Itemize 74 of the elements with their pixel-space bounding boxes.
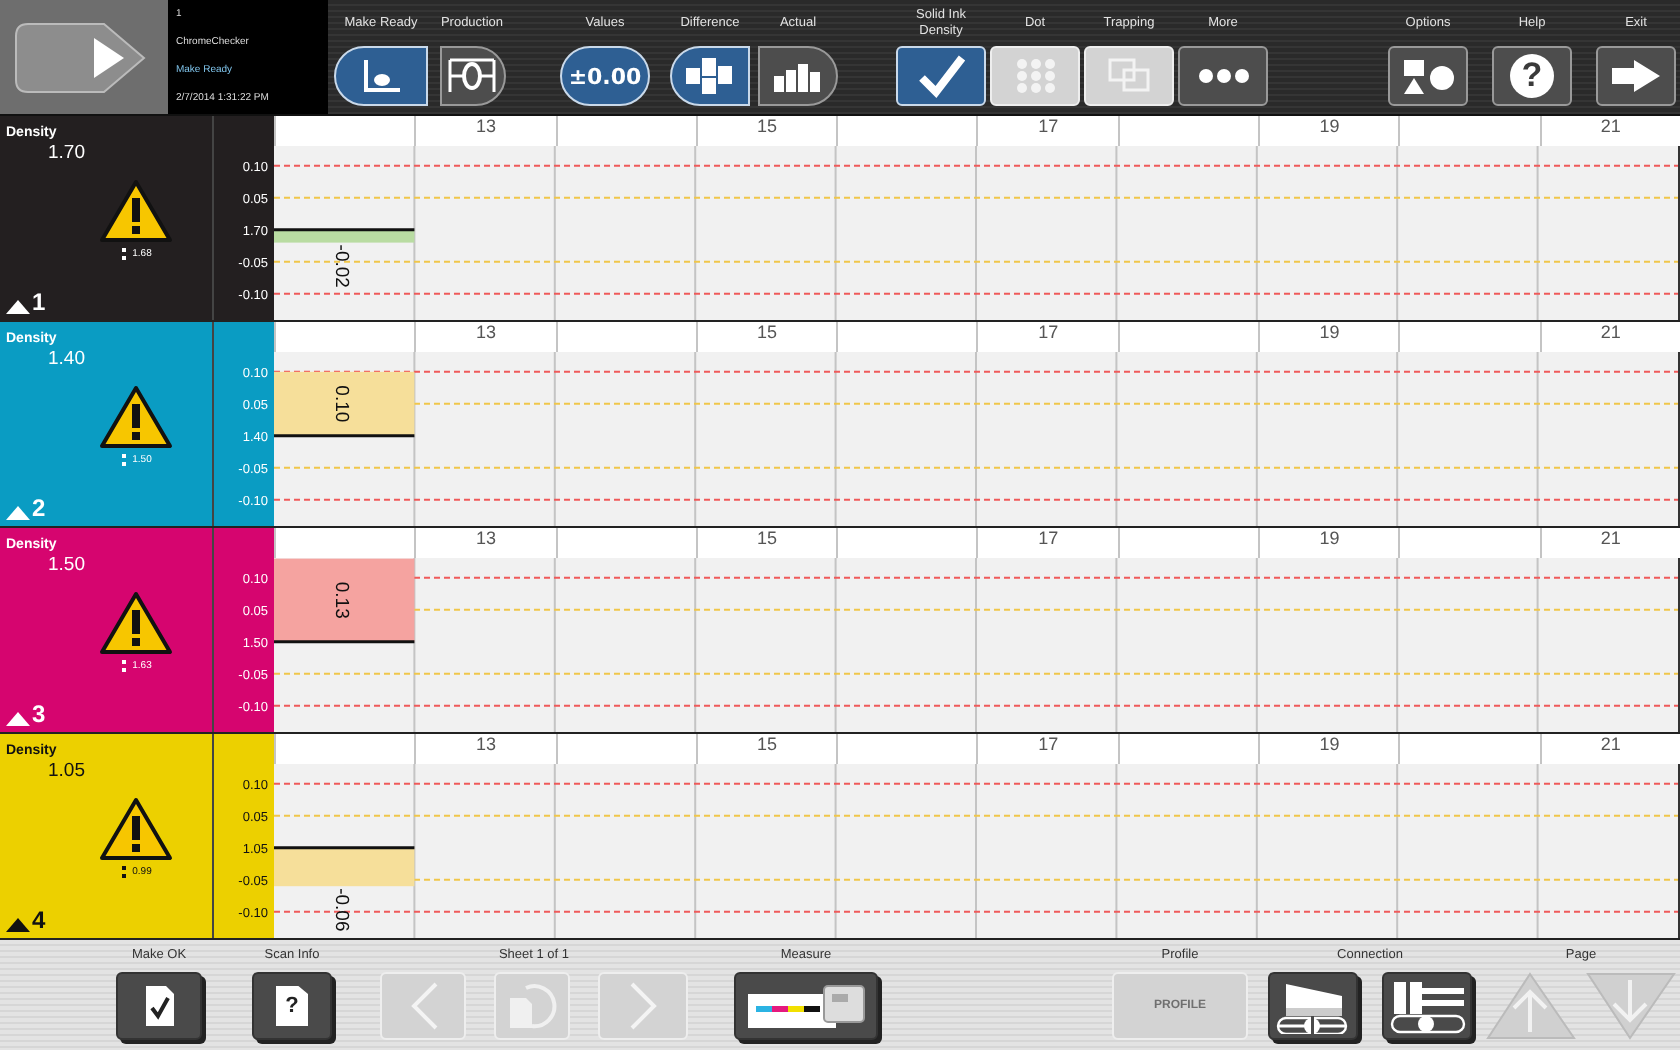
channel-number: 3: [32, 704, 46, 726]
channel-number: 1: [32, 292, 46, 314]
zone-number: 19: [1319, 528, 1340, 552]
document-question-icon: ?: [276, 986, 308, 1026]
channel-number: 4: [32, 910, 46, 932]
dot-grid-icon: [1011, 56, 1059, 96]
gauge-icon: [444, 54, 500, 98]
toolbar-button[interactable]: [439, 46, 505, 106]
toolbar-button[interactable]: ?: [252, 972, 332, 1040]
density-value: 1.50: [46, 554, 87, 578]
density-value: 1.40: [46, 348, 87, 372]
small-marker-icon: [120, 660, 129, 672]
checker-icon: [682, 54, 738, 98]
small-marker-icon: [120, 454, 129, 466]
toolbar-button[interactable]: ?: [1492, 46, 1572, 106]
device-icon: [1387, 978, 1467, 1034]
bar-chart-icon: [770, 58, 826, 94]
measuring-device-icon: [744, 980, 868, 1032]
small-marker-icon: [120, 248, 129, 260]
zone-number: 13: [475, 116, 496, 140]
warning-icon: [98, 178, 174, 244]
toolbar-button[interactable]: ±0.00: [560, 46, 650, 106]
warning-icon: [98, 384, 174, 450]
checkmark-icon: [915, 52, 967, 100]
toolbar-button[interactable]: [116, 972, 202, 1040]
zone-number: 17: [1038, 734, 1059, 758]
up-arrow-icon: [1486, 972, 1576, 1040]
zone-number: 19: [1319, 734, 1340, 758]
zone-number: 15: [757, 322, 778, 346]
shapes-icon: [1398, 56, 1458, 96]
zone-number: 13: [475, 528, 496, 552]
deviation-value: -0.02: [330, 244, 353, 288]
overlapping-squares-icon: [1105, 56, 1153, 96]
zone-number: 13: [475, 322, 496, 346]
ellipsis-icon: [1197, 68, 1249, 84]
device-icon: [1273, 978, 1353, 1034]
triangle-icon: [6, 712, 30, 726]
warning-icon: [98, 796, 174, 862]
down-arrow-icon: [1586, 972, 1676, 1040]
deviation-value: 0.13: [330, 581, 353, 619]
triangle-icon: [6, 918, 30, 932]
toolbar-button[interactable]: [1388, 46, 1468, 106]
toolbar-button[interactable]: [734, 972, 878, 1040]
channel-number: 2: [32, 498, 46, 520]
warning-icon: [98, 590, 174, 656]
zone-number: 21: [1600, 734, 1621, 758]
toolbar-button[interactable]: [758, 46, 838, 106]
zone-number: 19: [1319, 322, 1340, 346]
chevron-right-icon: [625, 980, 661, 1032]
toolbar-button[interactable]: [1596, 46, 1676, 106]
zone-number: 17: [1038, 322, 1059, 346]
zone-number: 15: [757, 528, 778, 552]
zone-number: 13: [475, 734, 496, 758]
triangle-icon: [6, 300, 30, 314]
deviation-value: -0.06: [330, 888, 353, 932]
toolbar-button[interactable]: [1382, 972, 1472, 1040]
zone-number: 21: [1600, 322, 1621, 346]
zone-number: 17: [1038, 116, 1059, 140]
small-marker-icon: [120, 866, 129, 878]
zone-number: 15: [757, 734, 778, 758]
density-value: 1.05: [46, 760, 87, 784]
toolbar-button[interactable]: [1178, 46, 1268, 106]
zone-number: 17: [1038, 528, 1059, 552]
document-refresh-icon: [504, 980, 560, 1032]
zone-number: 19: [1319, 116, 1340, 140]
zone-number: 21: [1600, 528, 1621, 552]
toolbar-button[interactable]: [1268, 972, 1358, 1040]
zone-number: 15: [757, 116, 778, 140]
zone-number: 21: [1600, 116, 1621, 140]
triangle-icon: [6, 506, 30, 520]
question-mark-icon: ?: [1510, 54, 1554, 98]
density-value: 1.70: [46, 142, 87, 166]
document-check-icon: [141, 984, 177, 1028]
deviation-value: 0.10: [330, 385, 353, 423]
